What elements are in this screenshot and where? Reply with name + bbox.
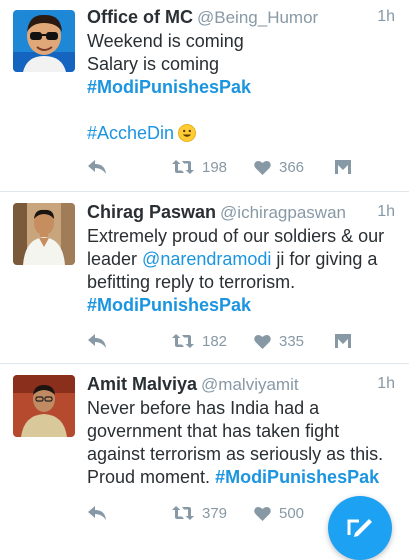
- like-button[interactable]: 500: [254, 501, 304, 525]
- tweet-office-of-mc[interactable]: Office of MC @Being_Humor 1h Weekend is c…: [0, 0, 409, 192]
- dm-button[interactable]: [334, 155, 352, 179]
- tweet-text-line: Never before has India had a: [87, 398, 320, 418]
- hashtag-link[interactable]: #AccheDin: [87, 123, 174, 143]
- retweet-icon: [172, 506, 194, 520]
- avatar[interactable]: [13, 375, 75, 437]
- tweet-text-line: against terrorism as seriously as this.: [87, 444, 384, 464]
- reply-icon: [88, 334, 106, 348]
- retweet-icon: [172, 160, 194, 174]
- author-name[interactable]: Chirag Paswan: [87, 202, 216, 222]
- tweet-actions: 198 366: [87, 155, 387, 179]
- retweet-button[interactable]: 198: [172, 155, 227, 179]
- tweet-header: Office of MC @Being_Humor: [87, 6, 318, 30]
- hashtag-link[interactable]: #ModiPunishesPak: [87, 77, 251, 97]
- reply-button[interactable]: [87, 501, 107, 525]
- retweet-button[interactable]: 379: [172, 501, 227, 525]
- author-handle[interactable]: @Being_Humor: [197, 8, 318, 27]
- dm-icon: [335, 160, 351, 174]
- tweet-text-line: Salary is coming: [87, 54, 220, 74]
- reply-button[interactable]: [87, 155, 107, 179]
- avatar[interactable]: [13, 10, 75, 72]
- heart-icon: [254, 334, 271, 349]
- tweet-header: Chirag Paswan @ichiragpaswan: [87, 201, 346, 225]
- heart-icon: [254, 506, 271, 521]
- like-count: 500: [279, 504, 305, 522]
- tweet-text-fragment: leader: [87, 249, 143, 269]
- compose-tweet-button[interactable]: [328, 496, 392, 560]
- retweet-count: 198: [202, 158, 228, 176]
- author-handle[interactable]: @ichiragpaswan: [220, 203, 346, 222]
- retweet-button[interactable]: 182: [172, 329, 227, 353]
- tweet-text: Weekend is coming Salary is coming #Modi…: [87, 30, 397, 145]
- tweet-text-line: Extremely proud of our soldiers & our: [87, 226, 385, 246]
- author-name[interactable]: Amit Malviya: [87, 374, 197, 394]
- tweet-text: Extremely proud of our soldiers & our le…: [87, 225, 397, 317]
- tweet-text-line: Weekend is coming: [87, 31, 244, 51]
- tweet-text: Never before has India had a government …: [87, 397, 397, 489]
- tweet-text-line: befitting reply to terrorism.: [87, 272, 296, 292]
- tweet-header: Amit Malviya @malviyamit: [87, 373, 299, 397]
- hashtag-link[interactable]: #ModiPunishesPak: [215, 467, 379, 487]
- tweet-actions: 182 335: [87, 329, 387, 353]
- like-count: 335: [279, 332, 305, 350]
- tweet-text-fragment: Proud moment.: [87, 467, 216, 487]
- smiley-emoji-icon: [178, 124, 196, 142]
- reply-icon: [88, 160, 106, 174]
- like-button[interactable]: 335: [254, 329, 304, 353]
- reply-button[interactable]: [87, 329, 107, 353]
- avatar[interactable]: [13, 203, 75, 265]
- tweet-time: 1h: [377, 203, 395, 220]
- retweet-count: 182: [202, 332, 228, 350]
- dm-icon: [335, 334, 351, 348]
- heart-icon: [254, 160, 271, 175]
- tweet-time: 1h: [377, 375, 395, 392]
- retweet-count: 379: [202, 504, 228, 522]
- tweet-time: 1h: [377, 8, 395, 25]
- hashtag-link[interactable]: #ModiPunishesPak: [87, 295, 251, 315]
- like-count: 366: [279, 158, 305, 176]
- compose-tweet-icon: [347, 519, 372, 537]
- like-button[interactable]: 366: [254, 155, 304, 179]
- tweet-chirag-paswan[interactable]: Chirag Paswan @ichiragpaswan 1h Extremely…: [0, 191, 409, 364]
- mention-link[interactable]: @narendramodi: [142, 249, 271, 269]
- author-handle[interactable]: @malviyamit: [201, 375, 299, 394]
- tweet-text-line: government that has taken fight: [87, 421, 340, 441]
- tweet-text-fragment: ji for giving a: [271, 249, 378, 269]
- author-name[interactable]: Office of MC: [87, 7, 193, 27]
- retweet-icon: [172, 334, 194, 348]
- reply-icon: [88, 506, 106, 520]
- dm-button[interactable]: [334, 329, 352, 353]
